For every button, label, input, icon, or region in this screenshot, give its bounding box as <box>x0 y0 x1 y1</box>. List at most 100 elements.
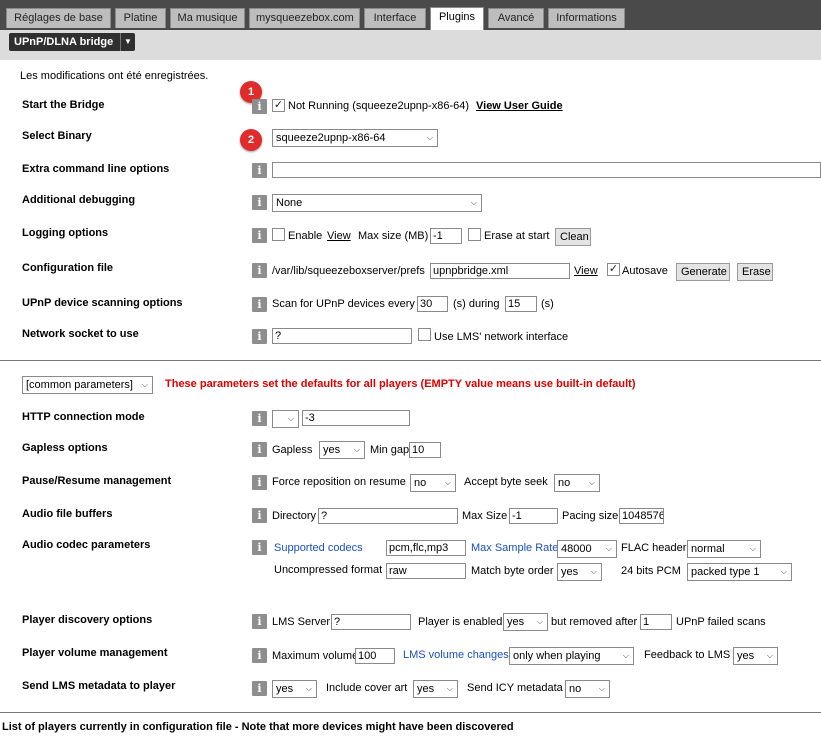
flac-header-label: FLAC header <box>621 542 687 554</box>
extra-cmd-input[interactable] <box>272 162 821 178</box>
accept-byte-seek-value: no <box>558 477 571 489</box>
autosave-checkbox[interactable]: ✓ <box>607 263 620 276</box>
binary-select-value: squeeze2upnp-x86-64 <box>276 132 386 144</box>
binary-select[interactable]: squeeze2upnp-x86-64 ⌵ <box>272 129 438 147</box>
chevron-down-icon: ⌵ <box>305 684 312 693</box>
http-mode-input[interactable]: -3 <box>302 410 410 426</box>
icy-metadata-value: no <box>569 683 582 695</box>
info-icon[interactable]: i <box>252 508 267 523</box>
tab-basic-settings[interactable]: Réglages de base <box>6 8 111 28</box>
removed-after-label: but removed after <box>551 616 638 628</box>
max-volume-label: Maximum volume <box>272 650 359 662</box>
socket-input[interactable]: ? <box>272 328 412 344</box>
accept-byte-seek-select[interactable]: no ⌵ <box>554 474 600 492</box>
codecs-input[interactable]: pcm,flc,mp3 <box>386 540 466 556</box>
config-file-path: /var/lib/squeezeboxserver/prefs <box>272 265 425 277</box>
volume-label: Player volume management <box>22 647 168 659</box>
scan-every-input[interactable]: 30 <box>417 296 448 312</box>
logging-enable-checkbox[interactable] <box>272 228 285 241</box>
match-byte-order-select[interactable]: yes ⌵ <box>557 563 602 581</box>
directory-input[interactable]: ? <box>318 508 458 524</box>
clean-button[interactable]: Clean <box>555 228 591 246</box>
info-icon[interactable]: i <box>252 475 267 490</box>
plugin-selector[interactable]: UPnP/DLNA bridge ▼ <box>9 33 135 51</box>
info-icon[interactable]: i <box>252 163 267 178</box>
info-icon[interactable]: i <box>252 263 267 278</box>
feedback-value: yes <box>737 650 755 662</box>
icy-metadata-select[interactable]: no ⌵ <box>565 680 610 698</box>
erase-at-start-label: Erase at start <box>484 230 550 242</box>
erase-at-start-checkbox[interactable] <box>468 228 481 241</box>
cover-art-select[interactable]: yes ⌵ <box>413 680 458 698</box>
info-icon[interactable]: i <box>252 648 267 663</box>
user-guide-link[interactable]: View User Guide <box>476 100 563 112</box>
info-icon[interactable]: i <box>252 614 267 629</box>
config-file-label: Configuration file <box>22 262 114 274</box>
feedback-select[interactable]: yes ⌵ <box>733 647 778 665</box>
player-params-select[interactable]: [common parameters] ⌵ <box>22 376 153 394</box>
info-icon[interactable]: i <box>252 329 267 344</box>
max-volume-input[interactable]: 100 <box>355 648 395 664</box>
player-enabled-select[interactable]: yes ⌵ <box>503 613 548 631</box>
buffer-max-size-input[interactable]: -1 <box>509 508 558 524</box>
info-icon[interactable]: i <box>252 681 267 696</box>
force-reposition-select[interactable]: no ⌵ <box>410 474 456 492</box>
match-byte-order-label: Match byte order <box>471 565 554 577</box>
info-icon[interactable]: i <box>252 411 267 426</box>
pacing-size-label: Pacing size <box>562 510 619 522</box>
tab-player[interactable]: Platine <box>115 8 166 28</box>
chevron-down-icon: ⌵ <box>287 414 294 423</box>
tab-interface[interactable]: Interface <box>364 8 426 28</box>
chevron-down-icon: ⌵ <box>749 544 756 553</box>
tab-my-music[interactable]: Ma musique <box>170 8 245 28</box>
info-icon[interactable]: i <box>252 195 267 210</box>
http-mode-select[interactable]: ⌵ <box>272 410 299 428</box>
chevron-down-icon: ⌵ <box>426 133 433 142</box>
use-lms-checkbox[interactable] <box>418 328 431 341</box>
removed-after-input[interactable]: 1 <box>640 614 672 630</box>
metadata-select[interactable]: yes ⌵ <box>272 680 317 698</box>
info-icon[interactable]: i <box>252 442 267 457</box>
tab-plugins[interactable]: Plugins <box>430 7 484 30</box>
autosave-label: Autosave <box>622 265 668 277</box>
logging-label: Logging options <box>22 227 109 239</box>
flac-header-value: normal <box>691 543 725 555</box>
pcm24-value: packed type 1 <box>691 566 760 578</box>
pcm24-select[interactable]: packed type 1 ⌵ <box>687 563 792 581</box>
debugging-select[interactable]: None ⌵ <box>272 194 482 212</box>
metadata-label: Send LMS metadata to player <box>22 680 176 692</box>
max-sample-rate-select[interactable]: 48000 ⌵ <box>557 540 617 558</box>
lms-server-input[interactable]: ? <box>331 614 411 630</box>
chevron-down-icon: ⌵ <box>598 684 605 693</box>
logging-view-link[interactable]: View <box>327 230 351 242</box>
erase-button[interactable]: Erase <box>737 263 773 281</box>
volume-changes-select[interactable]: only when playing ⌵ <box>509 647 634 665</box>
info-icon[interactable]: i <box>252 297 267 312</box>
player-enabled-value: yes <box>507 616 525 628</box>
uncompressed-format-input[interactable]: raw <box>386 563 466 579</box>
info-icon[interactable]: i <box>252 99 267 114</box>
start-bridge-checkbox[interactable]: ✓ <box>272 99 285 112</box>
generate-button[interactable]: Generate <box>676 263 730 281</box>
tab-advanced[interactable]: Avancé <box>488 8 544 28</box>
flac-header-select[interactable]: normal ⌵ <box>687 540 761 558</box>
chevron-down-icon: ⌵ <box>470 198 477 207</box>
section-divider <box>0 360 821 361</box>
config-file-input[interactable]: upnpbridge.xml <box>430 263 570 279</box>
top-tab-bar: Réglages de base Platine Ma musique mysq… <box>0 0 821 30</box>
logging-max-size-input[interactable]: -1 <box>430 228 462 244</box>
scan-during-input[interactable]: 15 <box>505 296 537 312</box>
min-gap-input[interactable]: 10 <box>409 442 441 458</box>
volume-changes-label: LMS volume changes <box>403 649 509 661</box>
info-icon[interactable]: i <box>252 228 267 243</box>
debugging-select-value: None <box>276 197 303 209</box>
tab-mysqueezebox[interactable]: mysqueezebox.com <box>249 8 360 28</box>
gapless-select[interactable]: yes ⌵ <box>319 441 365 459</box>
config-view-link[interactable]: View <box>574 265 598 277</box>
pause-resume-label: Pause/Resume management <box>22 475 172 487</box>
info-icon[interactable]: i <box>252 540 267 555</box>
max-sample-rate-value: 48000 <box>561 543 592 555</box>
tab-informations[interactable]: Informations <box>548 8 625 28</box>
discovery-label: Player discovery options <box>22 614 153 626</box>
pacing-size-input[interactable]: 1048576 <box>619 508 664 524</box>
